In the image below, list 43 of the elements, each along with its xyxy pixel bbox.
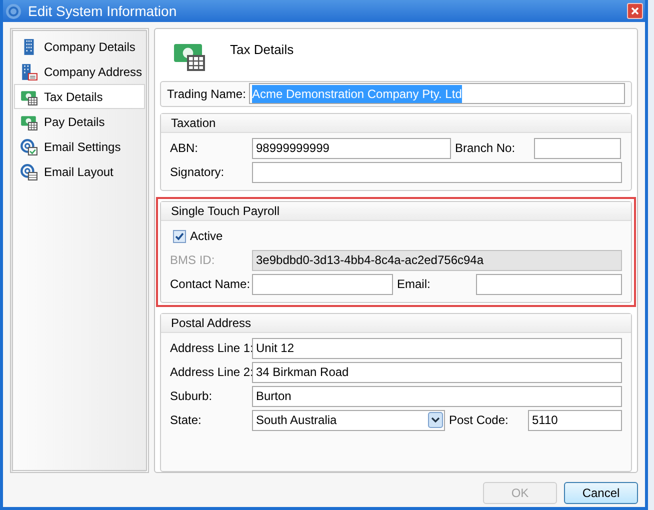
close-button[interactable]	[627, 3, 643, 19]
field-label: BMS ID:	[170, 252, 216, 269]
text-field[interactable]	[534, 138, 621, 158]
field-label: ABN:	[170, 140, 200, 157]
field-label: Address Line 2:	[170, 364, 252, 381]
at-sign-icon	[20, 162, 38, 180]
field-label: State:	[170, 412, 202, 429]
field-label: Suburb:	[170, 388, 214, 405]
window-title: Edit System Information	[28, 2, 178, 21]
checkbox-label: Active	[190, 228, 223, 245]
sidebar-item[interactable]: Tax Details	[14, 84, 145, 109]
field-label: Post Code:	[449, 412, 510, 429]
text-field[interactable]	[252, 162, 622, 182]
text-field[interactable]	[252, 274, 393, 294]
page-title: Tax Details	[230, 41, 294, 60]
text-field[interactable]: 98999999999	[252, 138, 451, 158]
text-field[interactable]: Unit 12	[252, 338, 622, 358]
text-field[interactable]: 5110	[528, 410, 622, 430]
sidebar-item[interactable]: Pay Details	[14, 109, 145, 134]
text-field[interactable]	[476, 274, 622, 294]
building-icon	[20, 62, 38, 80]
app-logo-icon	[5, 2, 22, 20]
field-label: Contact Name:	[170, 276, 252, 293]
field-label: Trading Name:	[167, 86, 247, 103]
section-title: Postal Address	[171, 315, 252, 332]
sidebar-item[interactable]: Company Address	[14, 59, 145, 84]
field-label: Email:	[397, 276, 432, 293]
checkbox[interactable]	[173, 230, 186, 242]
field-label: Address Line 1:	[170, 340, 252, 357]
field-label: Signatory:	[170, 164, 226, 181]
sidebar-item[interactable]: Email Settings	[14, 134, 145, 159]
state-dropdown[interactable]: South Australia	[252, 410, 445, 430]
at-sign-icon	[20, 138, 38, 156]
field-label: Branch No:	[455, 140, 516, 157]
section-title: Single Touch Payroll	[171, 203, 280, 220]
sidebar-item[interactable]: Email Layout	[14, 159, 145, 184]
text-field[interactable]: Burton	[252, 386, 622, 406]
sidebar-item[interactable]: Company Details	[14, 34, 145, 59]
section-title: Taxation	[171, 115, 216, 132]
dialog-button[interactable]: Cancel	[564, 482, 638, 504]
chevron-down-icon	[428, 412, 443, 428]
close-icon	[631, 7, 639, 15]
text-field[interactable]: 34 Birkman Road	[252, 362, 622, 382]
